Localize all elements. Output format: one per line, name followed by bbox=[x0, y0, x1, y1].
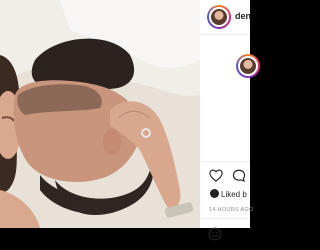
post-image bbox=[0, 0, 200, 228]
liked-by-label: Liked b bbox=[221, 190, 247, 199]
author-username[interactable]: den bbox=[235, 11, 251, 21]
post-timestamp[interactable]: 14 HOURS AGO bbox=[209, 207, 254, 213]
caption-author-avatar[interactable] bbox=[236, 54, 260, 78]
caption-avatar-inner bbox=[238, 56, 258, 76]
comment-box-divider bbox=[200, 218, 250, 219]
post-photo[interactable] bbox=[0, 0, 200, 228]
caption-avatar-image bbox=[240, 58, 256, 74]
smiley-icon[interactable] bbox=[208, 227, 222, 241]
liked-by-text[interactable]: Liked b bbox=[210, 189, 247, 199]
avatar-image bbox=[211, 9, 227, 25]
author-avatar[interactable] bbox=[207, 5, 231, 29]
comments-divider bbox=[200, 161, 250, 162]
liker-avatar bbox=[210, 189, 219, 198]
heart-icon[interactable] bbox=[209, 169, 223, 182]
avatar-inner bbox=[209, 7, 229, 27]
comment-icon[interactable] bbox=[232, 169, 246, 182]
header-divider bbox=[200, 34, 250, 35]
